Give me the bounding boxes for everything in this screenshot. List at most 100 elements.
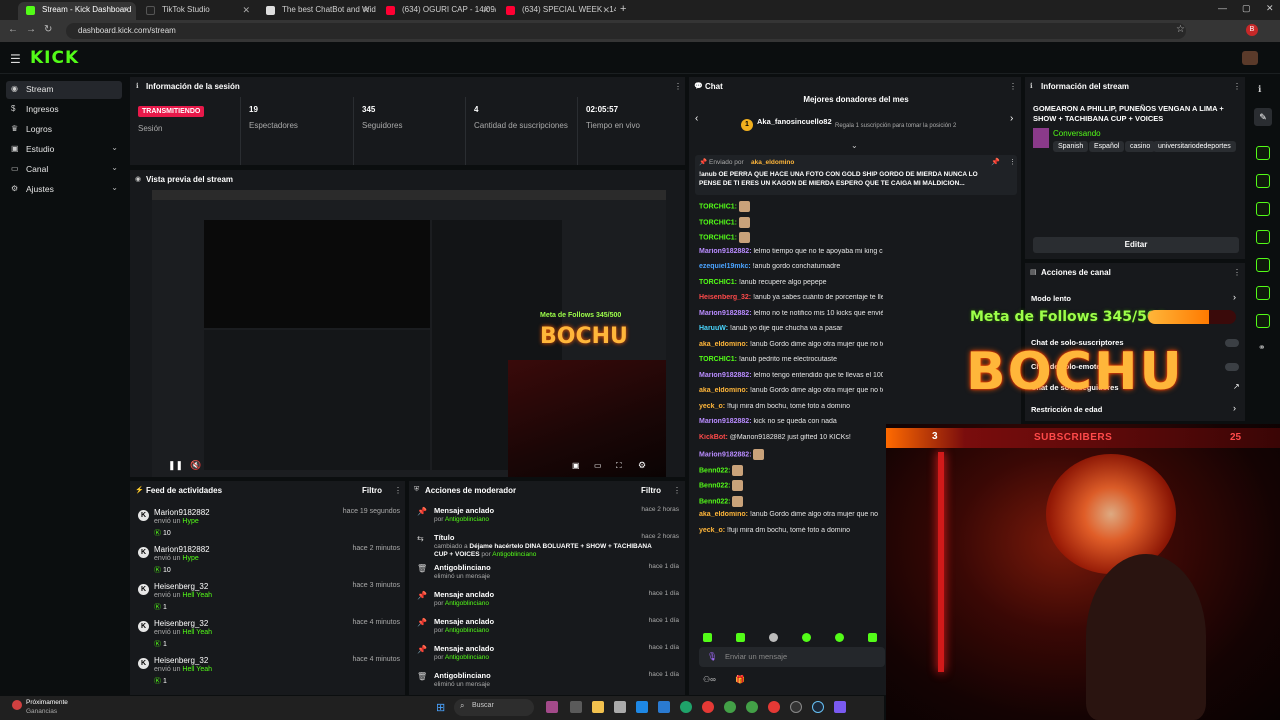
activity-user[interactable]: Heisenberg_32 [154,582,208,591]
chat-username[interactable]: aka_eldomino: [699,511,748,518]
close-icon[interactable]: ✕ [122,5,130,16]
sidebar-item-ingresos[interactable]: $ Ingresos [6,101,122,119]
bookmark-star-icon[interactable]: ☆ [1176,24,1185,35]
moderation-by[interactable]: Antigoblinciano [445,654,489,661]
obs-icon[interactable] [790,701,802,713]
more-options-icon[interactable]: ⋮ [1233,82,1241,91]
chat-message[interactable]: Marion9182882: lelmo tengo entendido que… [699,372,883,388]
pip-icon[interactable]: ▣ [572,461,580,470]
chat-message[interactable]: yeck_o: !fuji mira dm bochu, tomé foto a… [699,527,883,542]
browser-tab[interactable]: The best ChatBot and Widget... ✕ [258,2,376,20]
sidebar-item-estudio[interactable]: ▣ Estudio ⌄ [6,141,122,159]
taskbar-search[interactable]: ⌕ Buscar [454,699,534,716]
chat-username[interactable]: Benn022: [699,467,731,474]
close-icon[interactable]: ✕ [362,5,370,16]
chrome-icon[interactable] [768,701,780,713]
chat-username[interactable]: Heisenberg_32: [699,294,751,301]
activity-row[interactable]: K Marion9182882 envió un Hype Ⓚ 10 hace 2 mi… [130,542,407,580]
theater-icon[interactable]: ▭ [594,461,602,470]
unpin-icon[interactable]: 📌 [991,158,1000,166]
new-tab-icon[interactable]: + [620,3,626,15]
edit-button[interactable]: Editar [1033,237,1239,253]
chat-username[interactable]: aka_eldomino: [699,387,748,394]
chat-username[interactable]: TORCHIC1: [699,279,737,286]
more-options-icon[interactable]: ⋮ [1009,82,1017,91]
chrome-icon[interactable] [746,701,758,713]
moderation-by[interactable]: Antigoblinciano [492,551,536,558]
settings-icon[interactable]: ⚙ [638,460,646,471]
mute-icon[interactable]: 🔇 [190,460,201,471]
browser-tab[interactable]: Stream - Kick Dashboard ✕ [18,2,136,20]
steam-icon[interactable] [812,701,824,713]
activity-user[interactable]: Heisenberg_32 [154,656,208,665]
chat-message[interactable]: TORCHIC1: [699,232,883,248]
forward-icon[interactable]: → [26,24,36,35]
emote-icon[interactable] [736,633,745,642]
browser-tab[interactable]: (634) OGURI CAP - 14/09/2025 ✕ [378,2,496,20]
chat-message[interactable]: aka_eldomino: !anub Gordo dime algo otra… [699,511,883,527]
taskbar-app-icon[interactable] [546,701,558,713]
activity-row[interactable]: K Marion9182882 envió un Hype Ⓚ 10 hace 19 s… [130,505,407,543]
chat-username[interactable]: TORCHIC1: [699,234,737,241]
chat-message[interactable]: Marion9182882: lelmo no te notifico mis … [699,310,883,326]
app-icon[interactable] [834,701,846,713]
kick-logo[interactable]: KICK [30,48,79,68]
chat-message[interactable]: ezequiel19mkc: !anub gordo conchatumadre [699,263,883,279]
chat-message[interactable]: Marion9182882: kick no se queda con nada [699,418,883,434]
chat-username[interactable]: ezequiel19mkc: [699,263,751,270]
chat-message[interactable]: aka_eldomino: !anub Gordo dime algo otra… [699,341,883,357]
chrome-icon[interactable] [702,701,714,713]
pause-icon[interactable]: ❚❚ [168,460,183,471]
slow-mode-label[interactable]: Modo lento [1031,294,1071,303]
emote-icon[interactable] [769,633,778,642]
moderation-by[interactable]: Antigoblinciano [445,627,489,634]
share-icon[interactable]: ⚭ [1258,342,1266,353]
chat-username[interactable]: HaruuW: [699,325,728,332]
raid-icon[interactable] [1256,174,1270,188]
chat-username[interactable]: aka_eldomino: [699,341,748,348]
close-icon[interactable]: ✕ [242,5,250,16]
edge-icon[interactable] [680,701,692,713]
emote-icon[interactable] [802,633,811,642]
chat-message[interactable]: TORCHIC1: [699,201,883,217]
more-options-icon[interactable]: ⋮ [674,82,682,91]
windows-start-icon[interactable]: ⊞ [436,701,445,714]
sidebar-item-canal[interactable]: ▭ Canal ⌄ [6,161,122,179]
chat-username[interactable]: Benn022: [699,498,731,505]
chat-message[interactable]: Marion9182882: lelmo tiempo que no te ap… [699,248,883,264]
browser-tab[interactable]: (634) SPECIAL WEEK - 14/09/2... ✕ [498,2,616,20]
profile-avatar[interactable]: B [1246,24,1258,36]
edit-icon[interactable]: ✎ [1254,108,1272,126]
external-link-icon[interactable]: ↗ [1233,382,1240,391]
tag[interactable]: Spanish [1053,141,1089,152]
chat-message[interactable]: HaruuW: !anub yo dije que chucha va a pa… [699,325,883,341]
chat-username[interactable]: Marion9182882: [699,372,752,379]
chat-message[interactable]: Heisenberg_32: !anub ya sabes cuánto de … [699,294,883,310]
more-options-icon[interactable]: ⋮ [394,486,402,495]
chat-username[interactable]: TORCHIC1: [699,219,737,226]
maximize-icon[interactable]: ▢ [1242,3,1251,14]
gift-icon[interactable]: 🎁 [735,675,745,684]
moderation-by[interactable]: Antigoblinciano [445,600,489,607]
reload-icon[interactable]: ↻ [44,24,52,35]
sidebar-item-stream[interactable]: ◉ Stream [6,81,122,99]
more-options-icon[interactable]: ⋮ [673,486,681,495]
more-options-icon[interactable]: ⋮ [1009,158,1016,166]
fullscreen-icon[interactable]: ⛶ [616,461,622,471]
poll-icon[interactable] [1256,202,1270,216]
chat-username[interactable]: KickBot: [699,434,728,441]
outlook-icon[interactable] [636,701,648,713]
subscriber-only-toggle[interactable] [1225,339,1239,347]
close-window-icon[interactable]: ✕ [1266,3,1274,14]
activity-user[interactable]: Marion9182882 [154,508,210,517]
chat-username[interactable]: Marion9182882: [699,248,752,255]
chat-username[interactable]: yeck_o: [699,403,725,410]
chat-username[interactable]: Marion9182882: [699,310,752,317]
menu-icon[interactable]: ☰ [10,52,21,66]
tools-icon[interactable] [1256,314,1270,328]
chat-message[interactable]: Benn022: [699,495,883,512]
chat-message[interactable]: Marion9182882: [699,449,883,465]
chat-username[interactable]: Marion9182882: [699,451,752,458]
chevron-right-icon[interactable]: › [1233,292,1236,302]
chevron-right-icon[interactable]: › [1010,113,1013,124]
